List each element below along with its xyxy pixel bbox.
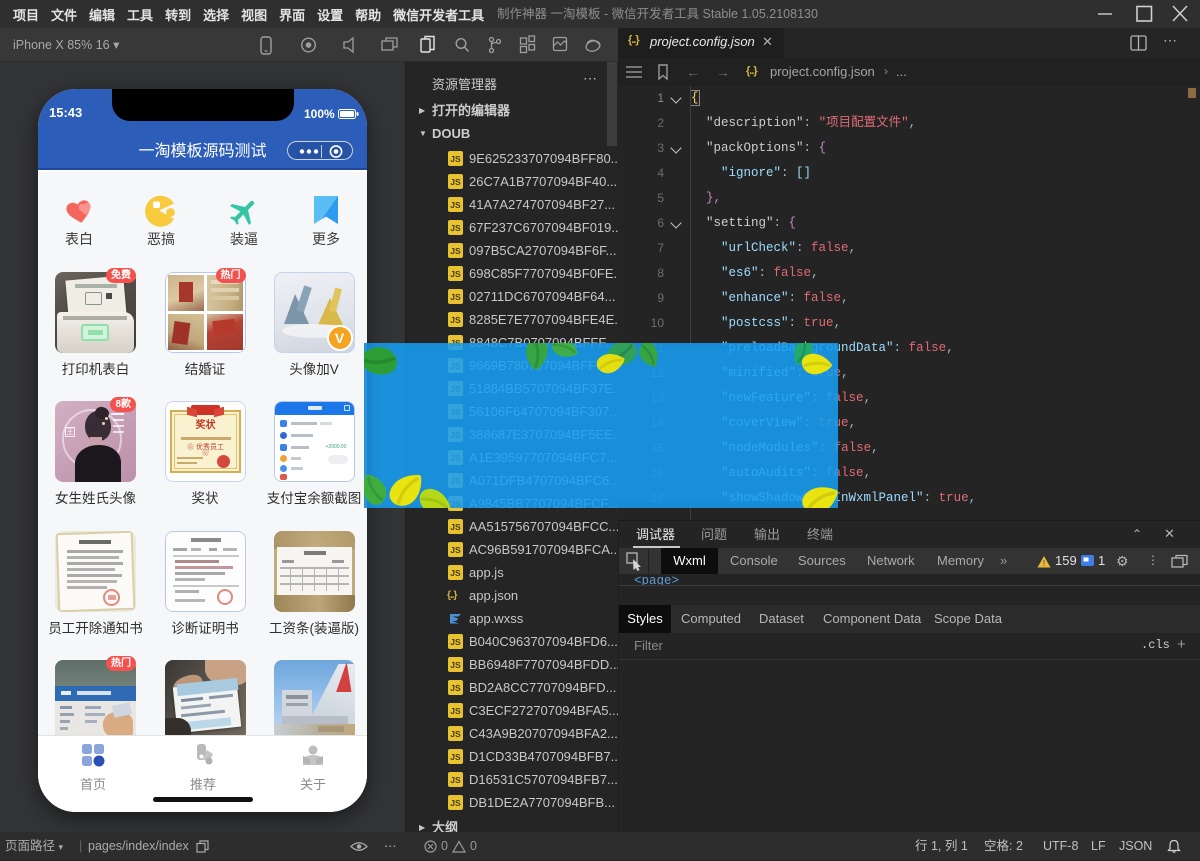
svg-text:!: ! — [1043, 559, 1045, 568]
